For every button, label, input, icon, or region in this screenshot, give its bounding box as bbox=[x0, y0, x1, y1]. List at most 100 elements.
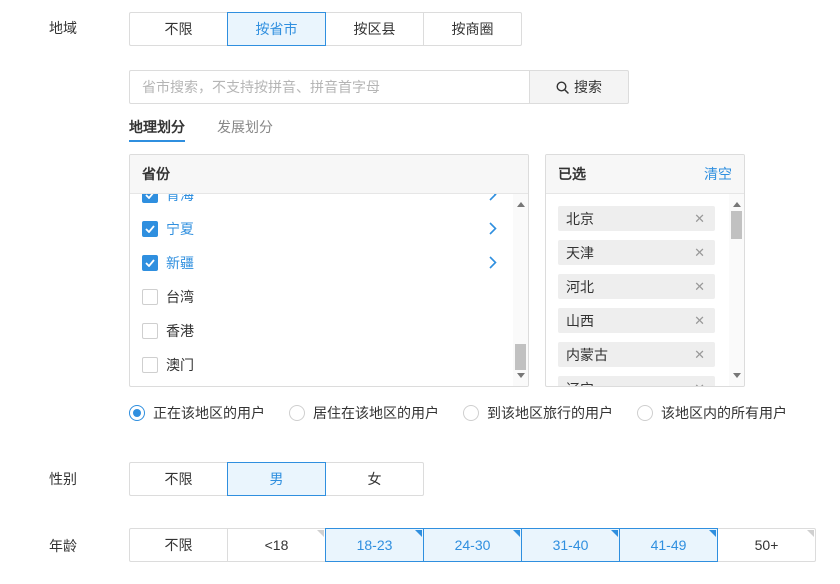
corner-marker bbox=[415, 530, 422, 537]
age-option-unlimited[interactable]: 不限 bbox=[129, 528, 228, 562]
province-name: 青海 bbox=[166, 194, 194, 203]
selected-chip-label: 河北 bbox=[566, 278, 594, 295]
age-option-50-plus[interactable]: 50+ bbox=[717, 528, 816, 562]
chevron-right-icon[interactable] bbox=[489, 222, 497, 235]
radio-dot[interactable] bbox=[463, 405, 479, 421]
province-panel-header: 省份 bbox=[130, 155, 528, 194]
province-item[interactable]: 宁夏 bbox=[130, 212, 513, 246]
radio-label: 正在该地区的用户 bbox=[153, 405, 265, 421]
province-checkbox[interactable] bbox=[142, 221, 158, 237]
chevron-right-icon[interactable] bbox=[489, 256, 497, 269]
radio-traveling-to-region[interactable]: 到该地区旅行的用户 bbox=[463, 403, 613, 423]
gender-option-unlimited[interactable]: 不限 bbox=[129, 462, 228, 496]
region-selector: 不限 按省市 按区县 按商圈 bbox=[129, 12, 522, 46]
selected-chip: 内蒙古 ✕ bbox=[558, 342, 715, 367]
check-icon bbox=[145, 194, 154, 199]
radio-all-users-in-region[interactable]: 该地区内的所有用户 bbox=[637, 403, 787, 423]
selected-panel-header: 已选 清空 bbox=[546, 155, 744, 194]
chevron-right-icon[interactable] bbox=[489, 194, 497, 201]
region-option-by-business-area[interactable]: 按商圈 bbox=[423, 12, 522, 46]
province-panel-title: 省份 bbox=[142, 166, 170, 182]
scroll-up-arrow-icon[interactable] bbox=[517, 202, 525, 207]
province-checkbox[interactable] bbox=[142, 323, 158, 339]
selected-chip: 辽宁 ✕ bbox=[558, 376, 715, 386]
search-icon bbox=[556, 80, 569, 94]
selected-chip-label: 北京 bbox=[566, 210, 594, 227]
scroll-up-arrow-icon[interactable] bbox=[733, 202, 741, 207]
remove-icon[interactable]: ✕ bbox=[694, 211, 705, 227]
remove-icon[interactable]: ✕ bbox=[694, 381, 705, 387]
province-name: 台湾 bbox=[166, 289, 194, 305]
selected-panel-title: 已选 bbox=[558, 166, 586, 182]
age-option-24-30[interactable]: 24-30 bbox=[423, 528, 522, 562]
radio-label: 居住在该地区的用户 bbox=[313, 405, 439, 421]
province-item[interactable]: 新疆 bbox=[130, 246, 513, 280]
selected-chip-label: 辽宁 bbox=[566, 379, 594, 387]
province-name: 澳门 bbox=[166, 357, 194, 373]
radio-dot[interactable] bbox=[637, 405, 653, 421]
province-item[interactable]: 澳门 bbox=[130, 348, 513, 382]
gender-selector: 不限 男 女 bbox=[129, 462, 424, 496]
province-item[interactable]: 青海 bbox=[130, 194, 513, 212]
check-icon bbox=[145, 225, 155, 233]
province-list-scrollbar[interactable] bbox=[513, 194, 528, 386]
province-name: 新疆 bbox=[166, 255, 194, 271]
region-option-by-province[interactable]: 按省市 bbox=[227, 12, 326, 46]
selected-chip-label: 天津 bbox=[566, 244, 594, 261]
radio-currently-in-region[interactable]: 正在该地区的用户 bbox=[129, 403, 265, 423]
province-item[interactable]: 香港 bbox=[130, 314, 513, 348]
age-selector: 不限 <18 18-23 24-30 31-40 41-49 50+ bbox=[129, 528, 816, 562]
age-option-18-23[interactable]: 18-23 bbox=[325, 528, 424, 562]
age-option-label: 不限 bbox=[164, 537, 193, 553]
province-search-field bbox=[129, 70, 530, 104]
age-option-label: 31-40 bbox=[552, 537, 589, 553]
search-button[interactable]: 搜索 bbox=[529, 70, 629, 104]
age-option-label: 18-23 bbox=[356, 537, 393, 553]
radio-resides-in-region[interactable]: 居住在该地区的用户 bbox=[289, 403, 439, 423]
scrollbar-thumb[interactable] bbox=[731, 211, 742, 239]
region-option-by-district[interactable]: 按区县 bbox=[325, 12, 424, 46]
selected-chip-label: 山西 bbox=[566, 312, 594, 329]
selected-chip: 北京 ✕ bbox=[558, 206, 715, 231]
province-item[interactable]: 台湾 bbox=[130, 280, 513, 314]
search-button-label: 搜索 bbox=[574, 79, 602, 95]
scroll-down-arrow-icon[interactable] bbox=[733, 373, 741, 378]
radio-dot[interactable] bbox=[289, 405, 305, 421]
scroll-down-arrow-icon[interactable] bbox=[517, 373, 525, 378]
radio-label: 到该地区旅行的用户 bbox=[487, 405, 613, 421]
scrollbar-thumb[interactable] bbox=[515, 344, 526, 370]
remove-icon[interactable]: ✕ bbox=[694, 313, 705, 329]
province-search-input[interactable] bbox=[130, 71, 529, 103]
corner-marker bbox=[807, 530, 814, 537]
remove-icon[interactable]: ✕ bbox=[694, 347, 705, 363]
check-icon bbox=[145, 259, 155, 267]
corner-marker bbox=[709, 530, 716, 537]
radio-dot[interactable] bbox=[129, 405, 145, 421]
selected-chip: 天津 ✕ bbox=[558, 240, 715, 265]
remove-icon[interactable]: ✕ bbox=[694, 279, 705, 295]
region-option-unlimited[interactable]: 不限 bbox=[129, 12, 228, 46]
gender-option-female[interactable]: 女 bbox=[325, 462, 424, 496]
selected-chip-label: 内蒙古 bbox=[566, 346, 608, 363]
province-checkbox[interactable] bbox=[142, 289, 158, 305]
age-option-label: <18 bbox=[264, 537, 289, 553]
province-checkbox[interactable] bbox=[142, 255, 158, 271]
age-option-label: 24-30 bbox=[454, 537, 491, 553]
province-checkbox[interactable] bbox=[142, 357, 158, 373]
age-option-under-18[interactable]: <18 bbox=[227, 528, 326, 562]
remove-icon[interactable]: ✕ bbox=[694, 245, 705, 261]
tab-geographic-division[interactable]: 地理划分 bbox=[129, 117, 185, 137]
region-label: 地域 bbox=[49, 20, 77, 36]
age-label: 年龄 bbox=[49, 538, 77, 554]
corner-marker bbox=[317, 530, 324, 537]
selected-list: 北京 ✕ 天津 ✕ 河北 ✕ 山西 ✕ 内蒙古 ✕ 辽宁 ✕ bbox=[546, 194, 729, 386]
selected-list-scrollbar[interactable] bbox=[729, 194, 744, 386]
tab-development-division[interactable]: 发展划分 bbox=[217, 117, 273, 137]
selected-chip: 山西 ✕ bbox=[558, 308, 715, 333]
gender-option-male[interactable]: 男 bbox=[227, 462, 326, 496]
age-option-label: 41-49 bbox=[650, 537, 687, 553]
clear-all-button[interactable]: 清空 bbox=[704, 164, 732, 184]
age-option-41-49[interactable]: 41-49 bbox=[619, 528, 718, 562]
province-checkbox[interactable] bbox=[142, 194, 158, 203]
age-option-31-40[interactable]: 31-40 bbox=[521, 528, 620, 562]
